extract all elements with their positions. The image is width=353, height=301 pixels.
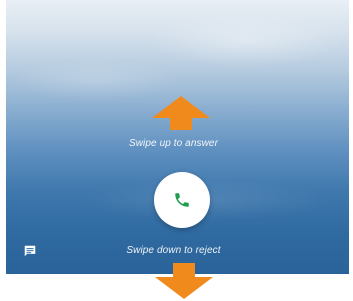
incoming-call-screen: Swipe up to answer Swipe down to reject [6, 0, 349, 274]
message-icon[interactable] [23, 244, 37, 258]
phone-icon [175, 193, 189, 207]
swipe-down-hint: Swipe down to reject [126, 245, 221, 256]
swipe-up-hint: Swipe up to answer [128, 138, 219, 149]
background-wallpaper [6, 0, 349, 274]
answer-call-button[interactable] [154, 172, 210, 228]
swipe-up-arrow [152, 96, 210, 130]
swipe-down-arrow [155, 263, 213, 299]
